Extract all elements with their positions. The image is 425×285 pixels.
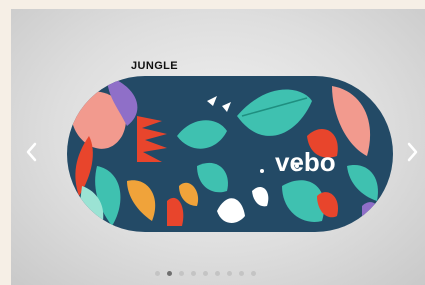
carousel-next-button[interactable]	[402, 137, 424, 167]
product-label: JUNGLE	[131, 60, 179, 72]
carousel-dot[interactable]	[179, 271, 184, 276]
carousel-dot[interactable]	[227, 271, 232, 276]
carousel-dot[interactable]	[215, 271, 220, 276]
carousel-prev-button[interactable]	[20, 137, 42, 167]
product-image[interactable]: vebo	[67, 76, 393, 232]
carousel-pagination	[155, 271, 256, 276]
carousel: JUNGLE vebo	[11, 9, 425, 285]
carousel-dot[interactable]	[155, 271, 160, 276]
chevron-right-icon	[407, 142, 418, 162]
carousel-dot[interactable]	[167, 271, 172, 276]
carousel-dot[interactable]	[191, 271, 196, 276]
carousel-dot[interactable]	[251, 271, 256, 276]
brand-logo: vebo	[275, 147, 336, 177]
carousel-dot[interactable]	[239, 271, 244, 276]
chevron-left-icon	[26, 142, 37, 162]
carousel-dot[interactable]	[203, 271, 208, 276]
